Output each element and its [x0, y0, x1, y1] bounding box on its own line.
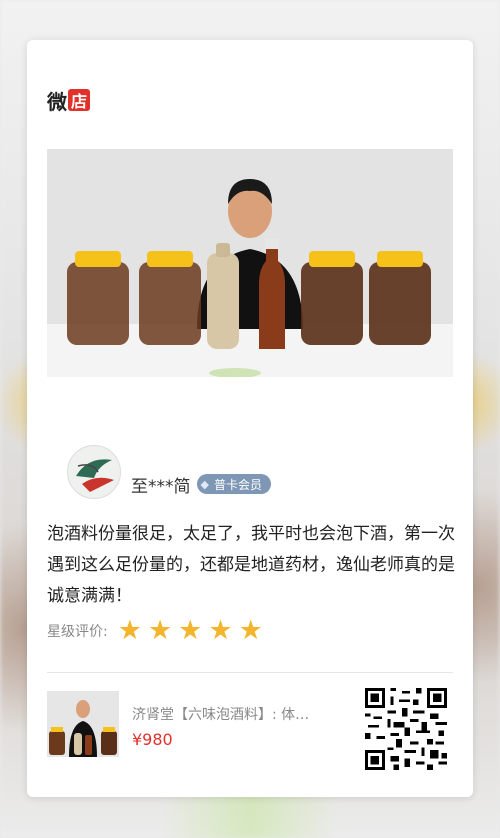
star-icon: ★: [208, 615, 233, 646]
review-text: 泡酒料份量很足，太足了，我平时也会泡下酒，第一次遇到这么足份量的，还都是地道药材…: [47, 524, 455, 606]
star-rating: 星级评价: ★ ★ ★ ★ ★: [47, 616, 269, 646]
qr-code: [365, 688, 447, 770]
logo-mark: 店: [68, 89, 90, 111]
star-icon: ★: [178, 615, 203, 646]
reviewer-name: 至***简: [131, 476, 191, 497]
star-icon: ★: [117, 615, 142, 646]
avatar-image: [68, 446, 120, 498]
star-icon: ★: [147, 615, 173, 646]
weidian-logo: 微 店: [47, 88, 90, 114]
member-badge-label: 普卡会员: [213, 477, 262, 492]
product-photo: [47, 149, 453, 377]
star-icon: ★: [238, 615, 263, 646]
diamond-icon: ◆: [200, 477, 209, 491]
product-thumbnail-image: [47, 691, 119, 757]
divider: [47, 672, 453, 673]
qr-code-image: [365, 688, 447, 770]
product-price: ¥980: [132, 730, 173, 749]
avatar[interactable]: [67, 445, 121, 499]
product-photo-illustration: [47, 149, 453, 377]
logo-text: 微: [47, 89, 67, 114]
share-card: 微 店 至***简 ◆ 普卡会员 泡酒料份量很足，太足了，我平时也会泡下酒，第一…: [27, 40, 473, 797]
product-title[interactable]: 济肾堂【六味泡酒料】: 体…: [132, 704, 347, 724]
product-thumbnail[interactable]: [47, 691, 119, 757]
rating-label: 星级评价:: [47, 624, 108, 640]
reviewer-info: 至***简 ◆ 普卡会员: [67, 445, 271, 499]
member-badge: ◆ 普卡会员: [196, 474, 271, 494]
